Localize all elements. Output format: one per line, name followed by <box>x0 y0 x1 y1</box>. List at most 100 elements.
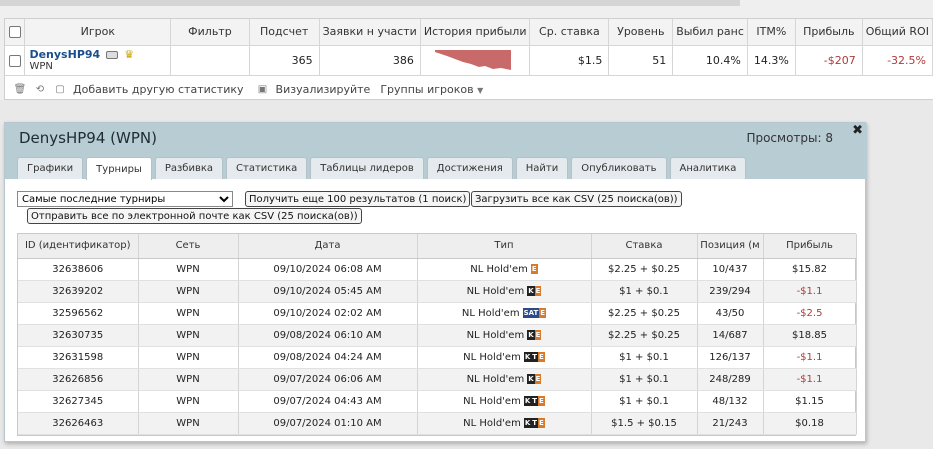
tournament-badges: E <box>528 263 538 275</box>
table-row[interactable]: 32596562 WPN 09/10/2024 02:02 AM NL Hold'em… <box>18 302 857 325</box>
col-player[interactable]: Игрок <box>24 19 172 46</box>
cell-profit: -$1.1 <box>763 346 857 369</box>
table-row[interactable]: 32639202 WPN 09/10/2024 05:45 AM NL Hold'em… <box>18 280 857 303</box>
col-id[interactable]: ID (идентификатор) <box>18 234 139 259</box>
download-csv-button[interactable]: Загрузить все как CSV (25 поиска(ов)) <box>471 191 682 207</box>
col-count[interactable]: Подсчет <box>249 19 320 46</box>
tournament-filter-select[interactable]: Самые последние турниры <box>17 191 233 207</box>
col-stake[interactable]: Ставка <box>591 234 698 259</box>
col-early-exit[interactable]: Выбил ранс <box>672 19 748 46</box>
cell-stake: $1.5 + $0.15 <box>591 412 698 435</box>
dialog-views: Просмотры: 8 <box>746 131 833 145</box>
hud-icon[interactable] <box>106 50 119 59</box>
cell-network: WPN <box>138 324 239 347</box>
tab-charts[interactable]: Графики <box>17 157 84 179</box>
format-badge-icon: K <box>527 373 535 384</box>
col-profit[interactable]: Прибыль <box>763 234 857 259</box>
format-badge-icon: K <box>523 417 532 428</box>
col-filter[interactable]: Фильтр <box>170 19 250 46</box>
stats-table-container: Игрок Фильтр Подсчет Заявки н участи Ист… <box>4 18 933 100</box>
col-roi[interactable]: Общий ROI <box>862 19 933 46</box>
col-date[interactable]: Дата <box>238 234 418 259</box>
add-stat-link[interactable]: Добавить другую статистику <box>73 83 244 96</box>
cell-profit: -$1.1 <box>763 368 857 391</box>
profit-history-sparkline <box>434 50 511 70</box>
cell-position: 248/289 <box>697 368 764 391</box>
format-badge-icon: E <box>534 373 542 384</box>
tab-leaderboards[interactable]: Таблицы лидеров <box>310 157 424 179</box>
cell-type: NL Hold'em E <box>417 258 592 281</box>
tournaments-table-body: 32638606 WPN 09/10/2024 06:08 AM NL Hold'em… <box>18 258 857 435</box>
cell-stake: $1 + $0.1 <box>591 346 698 369</box>
get-more-button[interactable]: Получить еще 100 результатов (1 поиск) <box>245 191 471 207</box>
player-name-link[interactable]: DenysHP94 <box>29 48 100 61</box>
cell-id: 32596562 <box>18 302 139 325</box>
trophy-icon: ♛ <box>124 48 135 61</box>
game-type-label: NL Hold'em <box>466 373 525 385</box>
cell-position: 43/50 <box>697 302 764 325</box>
cell-network: WPN <box>138 412 239 435</box>
level-cell: 51 <box>608 45 674 76</box>
profit-history-cell[interactable] <box>420 45 531 76</box>
tab-achievements[interactable]: Достижения <box>426 157 513 179</box>
cell-id: 32638606 <box>18 258 139 281</box>
format-badge-icon: T <box>531 417 539 428</box>
player-row[interactable]: DenysHP94 ♛ WPN 365 386 $1.5 51 10.4% 14… <box>5 45 933 76</box>
cell-position: 10/437 <box>697 258 764 281</box>
tab-find[interactable]: Найти <box>515 157 569 179</box>
tournaments-table-container: ID (идентификатор) Сеть Дата Тип Ставка … <box>17 233 857 436</box>
avg-stake-cell: $1.5 <box>529 45 610 76</box>
cell-stake: $2.25 + $0.25 <box>591 324 698 347</box>
tab-breakdown[interactable]: Разбивка <box>154 157 224 179</box>
tab-tournaments[interactable]: Турниры <box>86 157 152 180</box>
col-profit[interactable]: Прибыль <box>795 19 863 46</box>
format-badge-icon: T <box>531 395 539 406</box>
col-network[interactable]: Сеть <box>138 234 239 259</box>
visualize-icon: ▣ <box>257 83 268 95</box>
dialog-title: DenysHP94 (WPN) <box>19 129 157 147</box>
profit-cell: -$207 <box>795 45 863 76</box>
tournament-badges: KE <box>524 329 542 341</box>
col-avg-stake[interactable]: Ср. ставка <box>529 19 610 46</box>
table-row[interactable]: 32638606 WPN 09/10/2024 06:08 AM NL Hold'em… <box>18 258 857 281</box>
table-row[interactable]: 32626463 WPN 09/07/2024 01:10 AM NL Hold'em… <box>18 412 857 435</box>
cell-position: 239/294 <box>697 280 764 303</box>
tournament-badges: KE <box>524 373 542 385</box>
cell-network: WPN <box>138 280 239 303</box>
format-badge-icon: E <box>539 307 547 318</box>
table-row[interactable]: 32626856 WPN 09/07/2024 06:06 AM NL Hold'em… <box>18 368 857 391</box>
close-icon[interactable]: ✖ <box>852 123 863 138</box>
trash-icon[interactable]: 🗑 <box>13 82 27 96</box>
row-checkbox[interactable] <box>8 54 21 67</box>
select-all-cell <box>5 19 26 46</box>
early-exit-cell: 10.4% <box>672 45 748 76</box>
col-entries[interactable]: Заявки н участи <box>319 19 421 46</box>
tab-analytics[interactable]: Аналитика <box>669 157 747 179</box>
visualize-link[interactable]: Визуализируйте <box>276 83 371 96</box>
col-type[interactable]: Тип <box>417 234 592 259</box>
col-level[interactable]: Уровень <box>608 19 674 46</box>
cell-date: 09/08/2024 04:24 AM <box>238 346 418 369</box>
table-row[interactable]: 32627345 WPN 09/07/2024 04:43 AM NL Hold'em… <box>18 390 857 413</box>
filter-cell[interactable] <box>170 45 250 76</box>
cell-date: 09/07/2024 04:43 AM <box>238 390 418 413</box>
dialog-tabs: Графики Турниры Разбивка Статистика Табл… <box>17 157 747 180</box>
format-badge-icon: E <box>534 329 542 340</box>
col-profit-history[interactable]: История прибыли <box>420 19 531 46</box>
table-row[interactable]: 32631598 WPN 09/08/2024 04:24 AM NL Hold'em… <box>18 346 857 369</box>
col-position[interactable]: Позиция (м <box>697 234 764 259</box>
email-csv-button[interactable]: Отправить все по электронной почте как C… <box>27 208 362 224</box>
stats-table: Игрок Фильтр Подсчет Заявки н участи Ист… <box>5 19 933 76</box>
game-type-label: NL Hold'em <box>463 351 521 363</box>
cell-date: 09/10/2024 06:08 AM <box>238 258 418 281</box>
tab-publish[interactable]: Опубликовать <box>571 157 667 179</box>
cell-stake: $1 + $0.1 <box>591 390 698 413</box>
player-groups-dropdown[interactable]: Группы игроков ▼ <box>380 83 483 96</box>
refresh-icon[interactable]: ⟲ <box>33 82 47 96</box>
tab-statistics[interactable]: Статистика <box>226 157 308 179</box>
select-all-checkbox[interactable] <box>8 26 21 39</box>
format-badge-icon: K <box>523 395 532 406</box>
table-row[interactable]: 32630735 WPN 09/08/2024 06:10 AM NL Hold'em… <box>18 324 857 347</box>
cell-network: WPN <box>138 302 239 325</box>
col-itm[interactable]: ITM% <box>747 19 796 46</box>
